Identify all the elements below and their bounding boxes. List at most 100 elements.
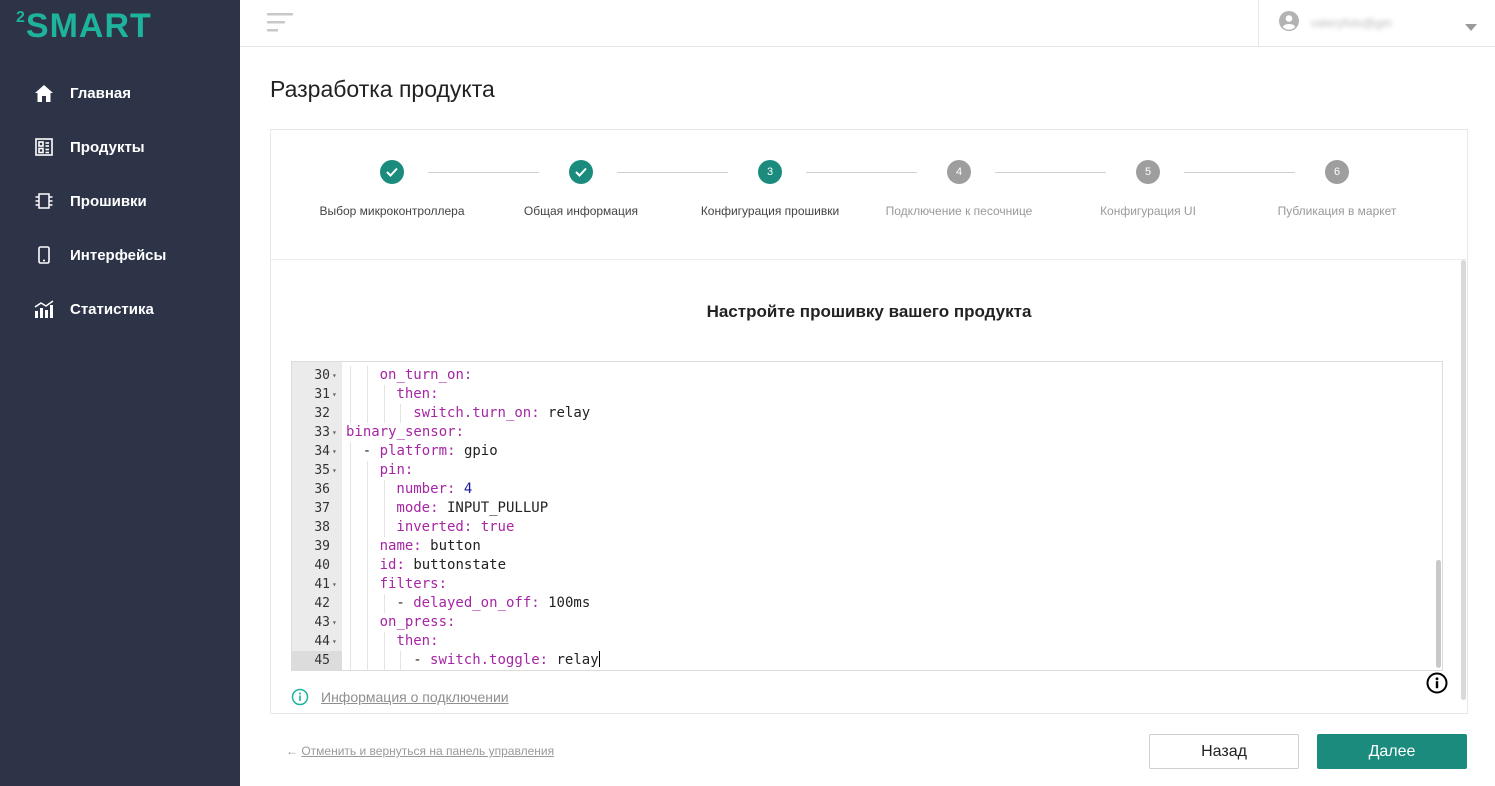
code-text: - switch.toggle: relay [413, 651, 600, 670]
indent-guide [350, 632, 351, 651]
step-4[interactable]: 4 Подключение к песочнице [884, 160, 1034, 220]
line-number: 39 [314, 539, 330, 554]
code-token: delayed_on_off: [413, 595, 540, 611]
line-number: 38 [314, 520, 330, 535]
section-title: Настройте прошивку вашего продукта [706, 302, 1032, 321]
code-text: - delayed_on_off: 100ms [396, 594, 590, 613]
sidebar-item-products[interactable]: Продукты [0, 120, 240, 174]
step-label: Общая информация [523, 204, 639, 218]
indent-guide [366, 556, 368, 575]
line-number: 33 [314, 425, 330, 440]
fold-toggle-icon[interactable]: ▾ [332, 442, 337, 461]
step-1[interactable]: Выбор микроконтроллера [317, 160, 467, 220]
code-text: then: [396, 632, 438, 651]
sidebar-item-statistics[interactable]: Статистика [0, 282, 240, 336]
code-line: 44 ▾ then: [292, 632, 1422, 651]
indent-guide [366, 537, 368, 556]
sidebar-item-home[interactable]: Главная [0, 66, 240, 120]
step-number-circle: 4 [947, 160, 971, 184]
editor-scrollbar[interactable] [1436, 560, 1441, 668]
check-icon [386, 167, 398, 177]
cancel-link[interactable]: ← Отменить и вернуться на панель управле… [286, 744, 554, 758]
fold-toggle-icon[interactable]: ▾ [332, 613, 337, 632]
connection-info-link[interactable]: Информация о подключении [291, 688, 509, 706]
code-token: true [480, 519, 515, 535]
step-6[interactable]: 6 Публикация в маркет [1262, 160, 1412, 220]
indent-guide [383, 499, 385, 518]
step-5[interactable]: 5 Конфигурация UI [1073, 160, 1223, 220]
logo-text: SMART [25, 7, 152, 45]
code-token: name: [379, 538, 422, 554]
code-token: mode: [396, 500, 439, 516]
indent-guide [400, 404, 402, 423]
sidebar-item-label: Интерфейсы [70, 246, 167, 264]
indent-guide [350, 480, 351, 499]
code-editor[interactable]: 30 ▾ on_turn_on: 31 ▾ then: 32 switch.turn_on: … [291, 361, 1443, 671]
code-line: 33 ▾ binary_sensor: [292, 423, 1422, 442]
line-number: 34 [314, 444, 330, 459]
code-text: binary_sensor: [346, 423, 464, 442]
code-line: 42 - delayed_on_off: 100ms [292, 594, 1422, 613]
line-number: 41 [314, 577, 330, 592]
line-number: 44 [314, 634, 330, 649]
step-2[interactable]: Общая информация [506, 160, 656, 220]
fold-toggle-icon[interactable]: ▾ [332, 423, 337, 442]
fold-toggle-icon[interactable]: ▾ [332, 385, 337, 404]
fold-toggle-icon[interactable]: ▾ [332, 366, 337, 385]
indent-guide [383, 632, 385, 651]
next-button[interactable]: Далее [1317, 734, 1467, 769]
code-token: number: [396, 481, 456, 497]
step-3[interactable]: 3 Конфигурация прошивки [695, 160, 845, 220]
line-number: 31 [314, 387, 330, 402]
app: 2 SMART Главная Продукты Прошивки Интерф… [0, 0, 1495, 786]
indent-guide [383, 594, 385, 613]
code-text: name: button [380, 537, 481, 556]
info-button[interactable] [1426, 672, 1448, 694]
code-token: switch.toggle: [430, 652, 549, 668]
info-circle-icon [1426, 672, 1448, 694]
code-line: 43 ▾ on_press: [292, 613, 1422, 632]
code-token: on_press: [379, 614, 456, 630]
card-scrollbar[interactable] [1461, 260, 1466, 700]
code-text: on_press: [380, 613, 456, 632]
home-icon [34, 83, 54, 103]
code-line: 41 ▾ filters: [292, 575, 1422, 594]
indent-guide [366, 461, 368, 480]
indent-guide [350, 651, 351, 670]
step-label: Конфигурация прошивки [700, 204, 840, 218]
code-line: 37 mode: INPUT_PULLUP [292, 499, 1422, 518]
code-text: number: 4 [396, 480, 472, 499]
user-menu[interactable]: valeryfoto@gm [1258, 0, 1495, 46]
fold-toggle-icon[interactable]: ▾ [332, 461, 337, 480]
fold-toggle-icon[interactable]: ▾ [332, 575, 337, 594]
indent-guide [350, 518, 351, 537]
indent-guide [383, 518, 385, 537]
indent-guide [366, 385, 368, 404]
fold-toggle-icon[interactable]: ▾ [332, 632, 337, 651]
line-number: 45 [314, 653, 330, 668]
step-done-circle [380, 160, 404, 184]
stepper: Выбор микроконтроллера Общая информация … [271, 130, 1467, 260]
step-label: Конфигурация UI [1100, 204, 1196, 218]
menu-toggle-button[interactable] [266, 11, 294, 35]
back-button[interactable]: Назад [1149, 734, 1299, 769]
code-token: INPUT_PULLUP [438, 500, 549, 516]
sidebar: 2 SMART Главная Продукты Прошивки Интерф… [0, 0, 240, 786]
code-token: filters: [379, 576, 448, 592]
sidebar-item-firmware[interactable]: Прошивки [0, 174, 240, 228]
code-line: 45 - switch.toggle: relay [292, 651, 1422, 670]
code-line: 36 number: 4 [292, 480, 1422, 499]
indent-guide [350, 537, 351, 556]
indent-guide [350, 385, 351, 404]
logo-superscript: 2 [16, 9, 25, 26]
code-token: gpio [455, 443, 498, 459]
indent-guide [366, 613, 368, 632]
indent-guide [383, 385, 385, 404]
code-token: then: [396, 633, 439, 649]
indent-guide [383, 651, 385, 670]
sidebar-item-interfaces[interactable]: Интерфейсы [0, 228, 240, 282]
user-avatar-icon [1279, 10, 1299, 36]
step-label: Публикация в маркет [1277, 204, 1397, 218]
logo[interactable]: 2 SMART [16, 8, 152, 44]
